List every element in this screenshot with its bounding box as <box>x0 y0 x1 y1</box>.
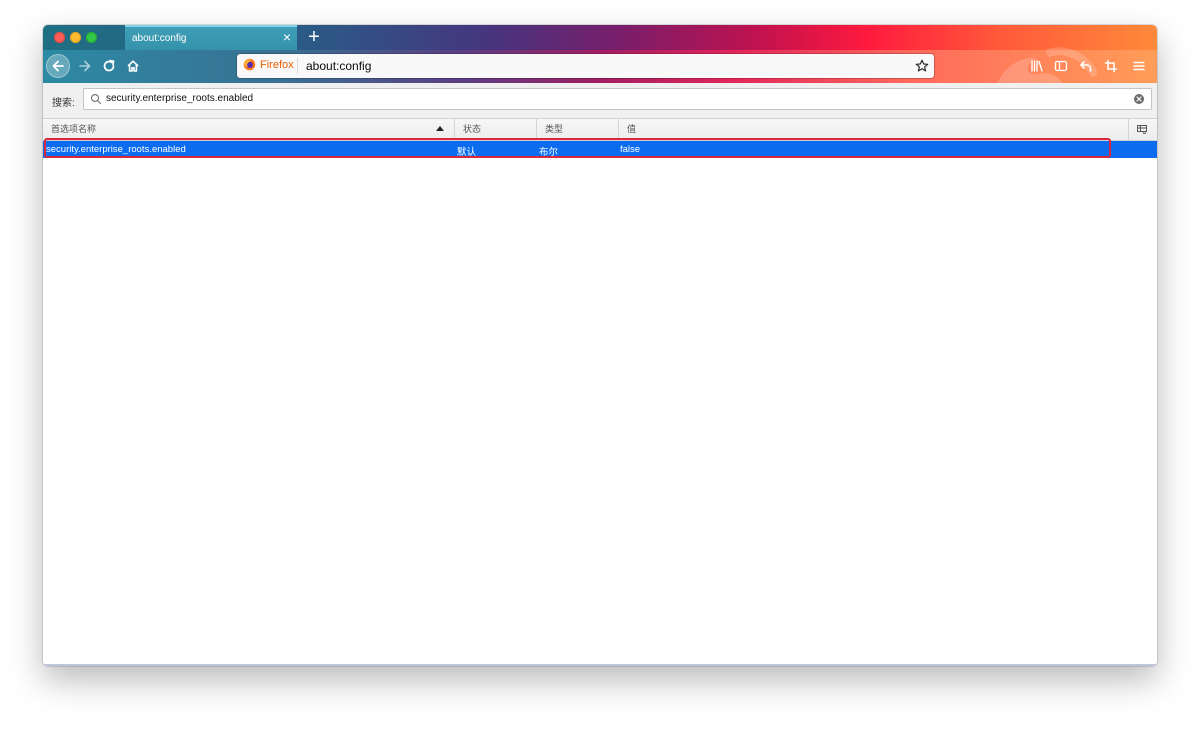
row-value: false <box>620 144 641 155</box>
column-header-name-label: 首选项名称 <box>51 124 97 134</box>
library-icon <box>1031 60 1043 72</box>
identity-box[interactable]: Firefox <box>243 58 294 71</box>
row-status: 默认 <box>457 147 477 158</box>
browser-window: about:config × + Firefox about:config 搜索… <box>43 25 1157 666</box>
identity-label: Firefox <box>260 58 294 71</box>
column-header-type[interactable]: 类型 <box>537 119 619 140</box>
back-button[interactable] <box>47 55 69 77</box>
row-type: 布尔 <box>539 147 559 158</box>
search-icon <box>90 93 102 105</box>
search-input[interactable]: security.enterprise_roots.enabled <box>83 88 1152 110</box>
table-row[interactable]: security.enterprise_roots.enabled 默认 布尔 … <box>43 138 1157 158</box>
hamburger-menu-icon <box>1133 61 1145 71</box>
column-header-value[interactable]: 值 <box>619 119 1129 140</box>
window-maximize-button[interactable] <box>86 32 97 43</box>
sort-ascending-icon <box>436 126 444 131</box>
forward-arrow-icon <box>79 60 91 72</box>
url-bar[interactable]: Firefox about:config <box>237 54 934 78</box>
new-tab-button[interactable]: + <box>304 26 324 48</box>
firefox-logo-icon <box>243 58 256 71</box>
preferences-table: security.enterprise_roots.enabled 默认 布尔 … <box>43 138 1157 666</box>
tab-title: about:config <box>132 33 187 44</box>
tab-about-config[interactable]: about:config × <box>125 25 297 50</box>
reload-icon <box>103 59 115 72</box>
tab-close-icon[interactable]: × <box>283 30 291 44</box>
window-close-button[interactable] <box>54 32 65 43</box>
sidebar-button[interactable] <box>1051 56 1071 76</box>
navigation-toolbar: Firefox about:config <box>43 47 1157 116</box>
screenshot-button[interactable] <box>1101 56 1121 76</box>
bookmark-star-icon <box>915 59 929 72</box>
reload-button[interactable] <box>97 54 121 78</box>
column-header-status[interactable]: 状态 <box>455 119 537 140</box>
clear-icon[interactable] <box>1133 93 1145 105</box>
window-minimize-button[interactable] <box>70 32 81 43</box>
menu-button[interactable] <box>1129 56 1149 76</box>
column-header-type-label: 类型 <box>545 124 564 134</box>
search-label: 搜索: <box>52 98 75 109</box>
column-header-row: 首选项名称 状态 类型 值 <box>43 119 1157 141</box>
url-divider <box>297 58 298 74</box>
column-header-status-label: 状态 <box>463 124 482 134</box>
highlight-annotation <box>44 138 1111 158</box>
column-picker-button[interactable] <box>1129 119 1157 140</box>
undo-button[interactable] <box>1076 56 1096 76</box>
bookmark-button[interactable] <box>912 56 932 76</box>
row-name: security.enterprise_roots.enabled <box>46 144 186 155</box>
sidebar-icon <box>1054 60 1068 72</box>
library-button[interactable] <box>1027 56 1047 76</box>
screenshot-icon <box>1104 59 1118 73</box>
home-button[interactable] <box>121 54 145 78</box>
column-header-name[interactable]: 首选项名称 <box>43 119 455 140</box>
window-bottom-edge <box>43 664 1157 666</box>
search-value: security.enterprise_roots.enabled <box>106 93 254 104</box>
forward-button[interactable] <box>73 54 97 78</box>
url-text[interactable]: about:config <box>306 59 371 73</box>
column-header-value-label: 值 <box>627 124 637 134</box>
home-icon <box>127 60 139 72</box>
undo-icon <box>1080 61 1092 72</box>
back-arrow-icon <box>52 60 64 72</box>
search-bar: 搜索: security.enterprise_roots.enabled <box>43 83 1157 119</box>
column-picker-icon <box>1137 125 1147 135</box>
